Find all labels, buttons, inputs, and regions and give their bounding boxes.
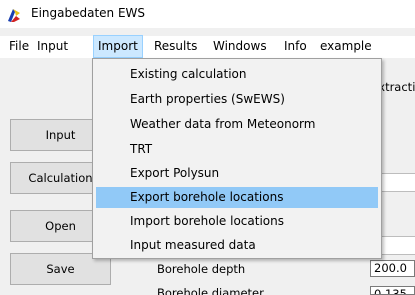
import-dropdown-menu: Existing calculation Earth properties (S…: [92, 58, 382, 259]
menu-item-trt[interactable]: TRT: [96, 139, 378, 160]
menu-file[interactable]: File: [8, 36, 30, 57]
menu-item-weather-data[interactable]: Weather data from Meteonorm: [96, 114, 378, 135]
menu-import[interactable]: Import: [93, 35, 143, 58]
borehole-diameter-input[interactable]: 0.135: [370, 286, 415, 295]
menu-item-input-measured-data[interactable]: Input measured data: [96, 235, 378, 256]
menu-item-earth-properties[interactable]: Earth properties (SwEWS): [96, 89, 378, 110]
borehole-depth-input[interactable]: 200.0: [370, 260, 415, 277]
borehole-diameter-label: Borehole diameter: [157, 286, 264, 295]
menu-item-existing-calculation[interactable]: Existing calculation: [96, 64, 378, 85]
app-icon: [8, 9, 20, 22]
menu-results[interactable]: Results: [153, 36, 198, 57]
title-bar: Eingabedaten EWS: [0, 0, 415, 28]
menu-bar: File Input Import Results Windows Info e…: [0, 35, 415, 58]
menu-input[interactable]: Input: [36, 36, 69, 57]
borehole-depth-label: Borehole depth: [157, 262, 246, 276]
window-title: Eingabedaten EWS: [31, 6, 146, 20]
menu-item-export-polysun[interactable]: Export Polysun: [96, 163, 378, 184]
menu-example[interactable]: example: [319, 36, 373, 57]
panel-field-stub-2[interactable]: [381, 236, 415, 255]
menu-item-export-borehole-locations[interactable]: Export borehole locations: [96, 187, 378, 208]
menu-info[interactable]: Info: [283, 36, 308, 57]
menu-item-import-borehole-locations[interactable]: Import borehole locations: [96, 211, 378, 232]
panel-field-stub-1[interactable]: [381, 173, 415, 192]
menu-windows[interactable]: Windows: [212, 36, 268, 57]
